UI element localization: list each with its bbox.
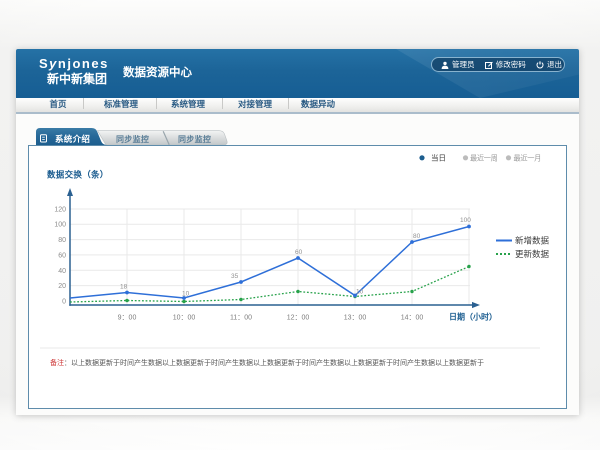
svg-text:80: 80 (413, 233, 421, 240)
svg-text:60: 60 (295, 249, 303, 256)
svg-text:9：00: 9：00 (118, 315, 137, 322)
svg-text:新增数据: 新增数据 (515, 236, 550, 246)
svg-text:40: 40 (58, 268, 66, 275)
svg-text:100: 100 (460, 217, 471, 224)
svg-text:80: 80 (58, 237, 66, 244)
svg-text:13：00: 13：00 (344, 315, 367, 322)
svg-text:11：00: 11：00 (230, 315, 252, 322)
svg-text:18: 18 (120, 284, 128, 291)
svg-text:日期（小时）: 日期（小时） (449, 312, 497, 322)
svg-text:数据交换（条）: 数据交换（条） (47, 169, 109, 179)
svg-text:同步监控: 同步监控 (116, 134, 149, 144)
svg-text:系统介绍: 系统介绍 (55, 134, 90, 144)
svg-text:最近一月: 最近一月 (514, 154, 542, 163)
svg-text:10: 10 (182, 291, 190, 298)
svg-text:0: 0 (62, 299, 66, 306)
svg-text:10: 10 (356, 289, 364, 296)
svg-text:更新数据: 更新数据 (515, 249, 550, 259)
svg-text:60: 60 (58, 252, 66, 259)
svg-text:当日: 当日 (431, 153, 446, 163)
svg-text:备注：以上数据更新于时间产生数据以上数据更新于时间产生数据以: 备注：以上数据更新于时间产生数据以上数据更新于时间产生数据以上数据更新于时间产生… (50, 358, 484, 367)
svg-text:最近一周: 最近一周 (470, 154, 498, 163)
svg-text:100: 100 (54, 222, 66, 229)
svg-text:20: 20 (58, 283, 66, 290)
svg-text:同步监控: 同步监控 (178, 134, 211, 144)
svg-text:12：00: 12：00 (287, 315, 310, 322)
svg-text:10：00: 10：00 (173, 315, 196, 322)
svg-text:35: 35 (231, 273, 239, 280)
svg-text:120: 120 (54, 207, 66, 214)
svg-text:14：00: 14：00 (401, 315, 424, 322)
